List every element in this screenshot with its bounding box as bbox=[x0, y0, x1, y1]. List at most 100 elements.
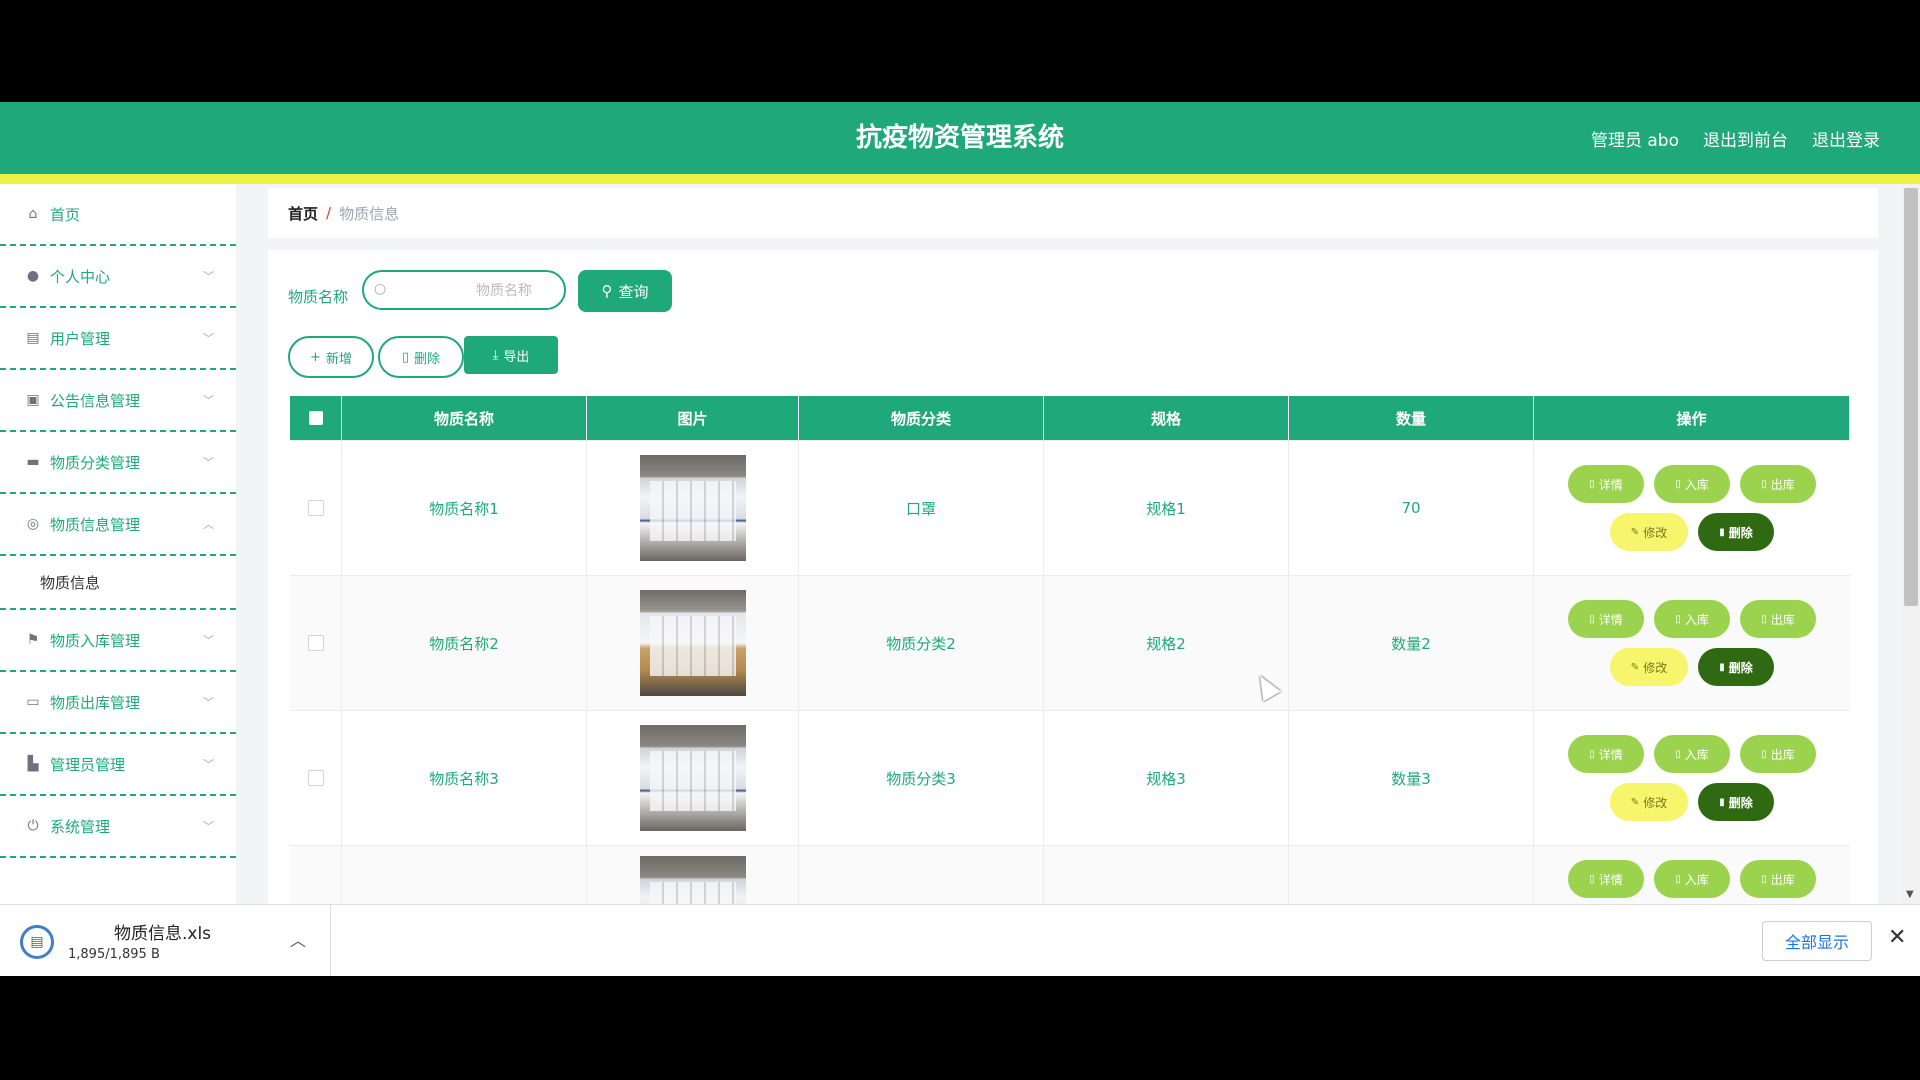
quantity-cell: 70 bbox=[1289, 441, 1534, 575]
globe-icon: ◎ bbox=[26, 516, 40, 532]
edit-icon: ✎ bbox=[1630, 796, 1640, 808]
sidebar-item-admins[interactable]: ▙ 管理员管理 ﹀ bbox=[0, 734, 236, 796]
chevron-down-icon: ﹀ bbox=[203, 270, 214, 283]
close-icon[interactable]: ✕ bbox=[1888, 925, 1906, 950]
category-cell: 物质分类3 bbox=[799, 711, 1044, 845]
stock-out-label: 出库 bbox=[1770, 747, 1795, 762]
stock-out-button[interactable]: ▯ 出库 bbox=[1740, 465, 1816, 503]
admin-icon: ▙ bbox=[27, 756, 39, 772]
chevron-down-icon: ﹀ bbox=[203, 634, 214, 647]
doc-icon: ▯ bbox=[1675, 613, 1681, 625]
home-icon: ⌂ bbox=[28, 206, 38, 222]
sidebar: ⌂ 首页 ● 个人中心 ﹀ ▤ 用户管理 ﹀ ▣ 公告信息管理 ﹀ ▬ 物质分类… bbox=[0, 184, 237, 904]
download-bar: ▤ 物质信息.xls 1,895/1,895 B ︿ 全部显示 ✕ bbox=[0, 904, 1920, 976]
scrollbar-thumb[interactable] bbox=[1904, 188, 1918, 606]
stock-in-label: 入库 bbox=[1684, 477, 1709, 492]
sidebar-item-system[interactable]: ⏻ 系统管理 ﹀ bbox=[0, 796, 236, 858]
page-scrollbar[interactable]: ▼ bbox=[1902, 184, 1920, 904]
batch-delete-button[interactable]: ▯ 删除 bbox=[378, 336, 464, 378]
stock-in-label: 入库 bbox=[1684, 612, 1709, 627]
image-cell bbox=[587, 576, 799, 710]
detail-button[interactable]: ▯ 详情 bbox=[1568, 860, 1644, 898]
export-button[interactable]: ⤓ 导出 bbox=[464, 336, 558, 374]
delete-button[interactable]: ▮ 删除 bbox=[1698, 648, 1774, 686]
column-header[interactable]: 物质名称 bbox=[342, 396, 587, 440]
search-icon: ⚲ bbox=[601, 282, 613, 300]
edit-button[interactable]: ✎ 修改 bbox=[1610, 648, 1688, 686]
detail-button[interactable]: ▯ 详情 bbox=[1568, 735, 1644, 773]
content-panel: 物质名称 ○ ⚲ 查询 + 新增 ▯ 删除 ⤓ 导出 bbox=[268, 250, 1878, 976]
stock-in-button[interactable]: ▯ 入库 bbox=[1654, 465, 1730, 503]
stock-out-button[interactable]: ▯ 出库 bbox=[1740, 600, 1816, 638]
logout-link[interactable]: 退出登录 bbox=[1812, 126, 1880, 151]
export-button-label: 导出 bbox=[503, 349, 530, 365]
category-cell: 口罩 bbox=[799, 441, 1044, 575]
divider bbox=[330, 905, 331, 976]
user-area: 管理员 abo 退出到前台 退出登录 bbox=[1591, 102, 1880, 174]
sidebar-item-home[interactable]: ⌂ 首页 bbox=[0, 184, 236, 246]
column-header[interactable]: 物质分类 bbox=[799, 396, 1044, 440]
doc-icon: ▯ bbox=[1761, 873, 1767, 885]
main-area: 首页 / 物质信息 物质名称 ○ ⚲ 查询 + 新增 ▯ 删除 ⤓ bbox=[236, 184, 1902, 976]
chevron-down-icon: ﹀ bbox=[203, 332, 214, 345]
delete-label: 删除 bbox=[1728, 660, 1753, 675]
chevron-up-icon[interactable]: ︿ bbox=[290, 927, 306, 951]
flag-icon: ⚑ bbox=[26, 632, 40, 648]
row-checkbox[interactable] bbox=[307, 770, 324, 786]
sidebar-item-personal[interactable]: ● 个人中心 ﹀ bbox=[0, 246, 236, 308]
delete-button[interactable]: ▮ 删除 bbox=[1698, 513, 1774, 551]
select-all-checkbox[interactable] bbox=[308, 411, 323, 425]
sidebar-item-material-info[interactable]: ◎ 物质信息管理 ︿ bbox=[0, 494, 236, 556]
row-select-cell bbox=[290, 576, 342, 710]
search-input[interactable] bbox=[394, 272, 560, 308]
stock-in-button[interactable]: ▯ 入库 bbox=[1654, 600, 1730, 638]
search-icon: ○ bbox=[374, 281, 387, 297]
detail-button[interactable]: ▯ 详情 bbox=[1568, 465, 1644, 503]
sidebar-item-stock-out[interactable]: ▭ 物质出库管理 ﹀ bbox=[0, 672, 236, 734]
table-row: 物质名称1 口罩 规格1 70 ▯ 详情 ▯ 入库 ▯ 出库 ✎ 修改 ▮ 删除 bbox=[290, 441, 1850, 576]
column-header[interactable]: 规格 bbox=[1044, 396, 1289, 440]
admin-label: 管理员 abo bbox=[1590, 130, 1679, 151]
sidebar-item-categories[interactable]: ▬ 物质分类管理 ﹀ bbox=[0, 432, 236, 494]
clipboard-icon: ▣ bbox=[26, 392, 40, 408]
column-header[interactable]: 图片 bbox=[587, 396, 799, 440]
delete-button[interactable]: ▮ 删除 bbox=[1698, 783, 1774, 821]
column-header[interactable]: 数量 bbox=[1289, 396, 1534, 440]
chevron-down-icon: ﹀ bbox=[203, 758, 214, 771]
stock-out-label: 出库 bbox=[1770, 612, 1795, 627]
back-to-front-link[interactable]: 退出到前台 bbox=[1703, 126, 1788, 151]
trash-icon: ▯ bbox=[401, 349, 410, 365]
excel-file-icon: ▤ bbox=[20, 925, 54, 959]
delete-label: 删除 bbox=[1728, 525, 1753, 540]
show-all-button[interactable]: 全部显示 bbox=[1762, 921, 1872, 961]
scroll-down-arrow-icon[interactable]: ▼ bbox=[1906, 889, 1914, 900]
breadcrumb-home[interactable]: 首页 bbox=[288, 203, 318, 224]
stock-in-label: 入库 bbox=[1684, 872, 1709, 887]
sidebar-item-label: 公告信息管理 bbox=[50, 391, 141, 410]
stock-out-button[interactable]: ▯ 出库 bbox=[1740, 860, 1816, 898]
edit-button[interactable]: ✎ 修改 bbox=[1610, 783, 1688, 821]
row-checkbox[interactable] bbox=[307, 635, 324, 651]
detail-button[interactable]: ▯ 详情 bbox=[1568, 600, 1644, 638]
edit-button[interactable]: ✎ 修改 bbox=[1610, 513, 1688, 551]
sidebar-item-label: 系统管理 bbox=[50, 817, 111, 836]
material-image[interactable] bbox=[639, 455, 746, 561]
chevron-up-icon: ︿ bbox=[203, 518, 214, 531]
download-file-name[interactable]: 物质信息.xls bbox=[114, 919, 211, 944]
sidebar-item-notices[interactable]: ▣ 公告信息管理 ﹀ bbox=[0, 370, 236, 432]
doc-icon: ▯ bbox=[1761, 478, 1767, 490]
material-image[interactable] bbox=[639, 725, 746, 831]
stock-out-button[interactable]: ▯ 出库 bbox=[1740, 735, 1816, 773]
material-image[interactable] bbox=[639, 590, 746, 696]
sidebar-subitem-material-info[interactable]: 物质信息 bbox=[0, 556, 236, 610]
query-button[interactable]: ⚲ 查询 bbox=[578, 270, 672, 312]
trash-icon: ▮ bbox=[1719, 796, 1725, 808]
sidebar-item-users[interactable]: ▤ 用户管理 ﹀ bbox=[0, 308, 236, 370]
stock-in-button[interactable]: ▯ 入库 bbox=[1654, 735, 1730, 773]
stock-in-button[interactable]: ▯ 入库 bbox=[1654, 860, 1730, 898]
edit-label: 修改 bbox=[1643, 795, 1668, 810]
add-button[interactable]: + 新增 bbox=[288, 336, 374, 378]
row-checkbox[interactable] bbox=[307, 500, 324, 516]
sidebar-item-stock-in[interactable]: ⚑ 物质入库管理 ﹀ bbox=[0, 610, 236, 672]
chart-icon: ▤ bbox=[26, 330, 40, 346]
